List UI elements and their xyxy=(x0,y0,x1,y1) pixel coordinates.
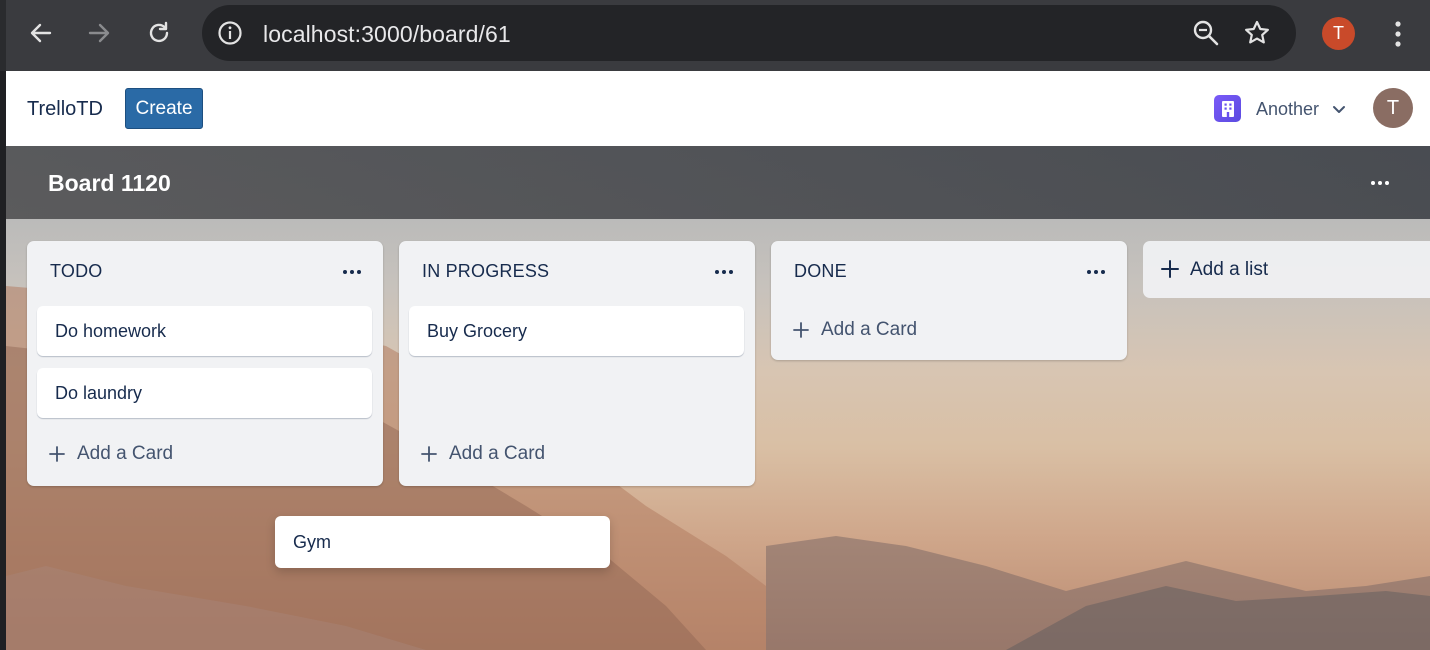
app-logo[interactable]: TrelloTD xyxy=(27,98,103,121)
list-title[interactable]: TODO xyxy=(50,261,102,282)
bookmark-star-icon[interactable] xyxy=(1243,19,1271,47)
site-info-icon[interactable] xyxy=(216,19,244,47)
back-icon[interactable] xyxy=(22,14,60,52)
add-card-label: Add a Card xyxy=(449,443,546,464)
plus-icon xyxy=(49,446,65,462)
url-text[interactable]: localhost:3000/board/61 xyxy=(263,21,511,48)
add-list-label: Add a list xyxy=(1190,259,1269,280)
add-card-button[interactable]: Add a Card xyxy=(791,317,917,343)
board-canvas: Board 1120 TODO Do homework Do laundry A… xyxy=(6,146,1430,650)
plus-icon xyxy=(793,322,809,338)
workspace-building-icon[interactable] xyxy=(1214,95,1241,122)
list-title[interactable]: IN PROGRESS xyxy=(422,261,549,282)
add-card-label: Add a Card xyxy=(77,443,174,464)
browser-profile-avatar[interactable]: T xyxy=(1322,17,1355,50)
zoom-icon[interactable] xyxy=(1192,19,1220,47)
browser-menu-icon[interactable] xyxy=(1386,18,1410,50)
forward-icon[interactable] xyxy=(80,14,118,52)
add-list-button[interactable]: Add a list xyxy=(1143,241,1430,298)
list-more-icon[interactable] xyxy=(1085,265,1107,277)
address-bar[interactable]: localhost:3000/board/61 xyxy=(202,5,1296,61)
card-title: Do laundry xyxy=(55,383,143,403)
plus-icon xyxy=(1161,260,1179,278)
card[interactable]: Buy Grocery xyxy=(409,306,744,356)
user-avatar[interactable]: T xyxy=(1373,88,1413,128)
card[interactable]: Do homework xyxy=(37,306,372,356)
card-title: Do homework xyxy=(55,321,167,341)
reload-icon[interactable] xyxy=(140,14,178,52)
app-header: TrelloTD Create Another T xyxy=(6,71,1430,146)
plus-icon xyxy=(421,446,437,462)
list-more-icon[interactable] xyxy=(713,265,735,277)
add-card-button[interactable]: Add a Card xyxy=(419,441,545,467)
board-header: Board 1120 xyxy=(6,146,1430,219)
workspace-switcher[interactable]: Another xyxy=(1256,99,1319,120)
create-button[interactable]: Create xyxy=(125,88,203,129)
card-title: Buy Grocery xyxy=(427,321,528,341)
list-todo: TODO Do homework Do laundry Add a Card xyxy=(27,241,383,486)
board-title[interactable]: Board 1120 xyxy=(48,170,171,197)
browser-toolbar: localhost:3000/board/61 T xyxy=(0,0,1430,71)
list-title[interactable]: DONE xyxy=(794,261,847,282)
list-done: DONE Add a Card xyxy=(771,241,1127,360)
window-edge xyxy=(0,0,6,71)
dragging-card[interactable]: Gym xyxy=(275,516,610,568)
add-card-label: Add a Card xyxy=(821,319,918,340)
board-more-icon[interactable] xyxy=(1368,176,1392,188)
card-title: Gym xyxy=(293,532,331,552)
card[interactable]: Do laundry xyxy=(37,368,372,418)
list-more-icon[interactable] xyxy=(341,265,363,277)
chevron-down-icon[interactable] xyxy=(1332,103,1346,115)
add-card-button[interactable]: Add a Card xyxy=(47,441,173,467)
list-in-progress: IN PROGRESS Buy Grocery Add a Card xyxy=(399,241,755,486)
